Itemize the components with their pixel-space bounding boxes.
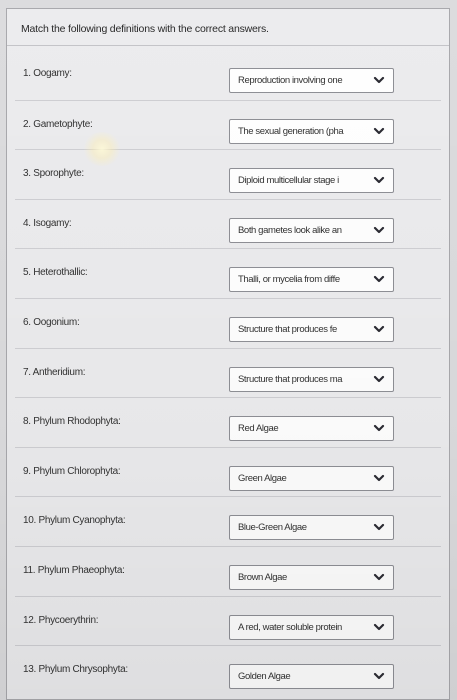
chevron-down-icon [373,127,385,134]
answer-dropdown[interactable]: Both gametes look alike an [229,217,394,243]
chevron-down-icon [373,375,385,382]
selected-answer: Golden Algae [238,671,291,683]
answer-dropdown[interactable]: Brown Algae [229,564,394,590]
answer-dropdown[interactable]: Thalli, or mycelia from diffe [229,267,394,293]
answer-dropdown[interactable]: Golden Algae [229,664,394,690]
question-instruction: Match the following definitions with the… [21,23,269,35]
term-label: 9. Phylum Chlorophyta: [23,465,121,477]
term-label: 13. Phylum Chrysophyta: [23,664,128,676]
term-label: 10. Phylum Cyanophyta: [23,515,126,527]
answer-dropdown[interactable]: Diploid multicellular stage i [229,168,394,194]
answer-dropdown[interactable]: Reproduction involving one [229,68,394,93]
match-row: 7. Antheridium: Structure that produces m… [15,347,441,398]
answer-dropdown[interactable]: Green Algae [229,465,394,491]
match-row: 5. Heterothallic: Thalli, or mycelia from… [15,248,441,298]
answer-dropdown[interactable]: Structure that produces ma [229,366,394,392]
chevron-down-icon [373,276,385,283]
selected-answer: Reproduction involving one [238,75,343,86]
selected-answer: Red Algae [238,423,279,435]
match-row: 8. Phylum Rhodophyta: Red Algae [15,397,441,447]
match-row: 10. Phylum Cyanophyta: Blue-Green Algae [15,496,441,546]
chevron-down-icon [373,623,385,630]
term-label: 4. Isogamy: [23,217,72,229]
match-row: 12. Phycoerythrin: A red, water soluble p… [15,595,441,646]
match-row: 11. Phylum Phaeophyta: Brown Algae [15,545,441,596]
term-label: 11. Phylum Phaeophyta: [23,564,125,576]
term-label: 2. Gametophyte: [23,118,93,130]
match-row: 3. Sporophyte: Diploid multicellular stag… [15,149,441,199]
chevron-down-icon [373,177,385,184]
match-row: 2. Gametophyte: The sexual generation (ph… [15,99,441,150]
selected-answer: Structure that produces fe [238,323,337,335]
question-panel: Match the following definitions with the… [6,8,450,700]
chevron-down-icon [373,673,385,680]
answer-dropdown[interactable]: Blue-Green Algae [229,515,394,541]
selected-answer: Thalli, or mycelia from diffe [238,274,340,286]
chevron-down-icon [373,226,385,233]
term-label: 1. Oogamy: [23,68,72,79]
chevron-down-icon [373,76,385,84]
term-label: 7. Antheridium: [23,366,86,378]
match-row: 4. Isogamy: Both gametes look alike an [15,198,441,249]
chevron-down-icon [373,573,385,581]
chevron-down-icon [373,325,385,333]
term-label: 8. Phylum Rhodophyta: [23,416,121,428]
answer-dropdown[interactable]: Red Algae [229,416,394,442]
selected-answer: Diploid multicellular stage i [238,175,339,187]
selected-answer: Both gametes look alike an [238,224,342,236]
answer-dropdown[interactable]: A red, water soluble protein [229,614,394,640]
matching-list: 1. Oogamy: Reproduction involving one 2. G… [15,50,441,695]
answer-dropdown[interactable]: The sexual generation (pha [229,118,394,144]
match-row: 9. Phylum Chlorophyta: Green Algae [15,446,441,497]
match-row: 13. Phylum Chrysophyta: Golden Algae [15,645,441,695]
selected-answer: Brown Algae [238,571,287,583]
selected-answer: A red, water soluble protein [238,621,342,633]
divider [7,45,449,46]
term-label: 12. Phycoerythrin: [23,614,99,626]
term-label: 5. Heterothallic: [23,267,88,279]
selected-answer: Blue-Green Algae [238,522,307,534]
chevron-down-icon [373,474,385,481]
selected-answer: The sexual generation (pha [238,125,344,137]
selected-answer: Structure that produces ma [238,373,343,385]
match-row: 1. Oogamy: Reproduction involving one [15,50,441,100]
selected-answer: Green Algae [238,472,287,484]
term-label: 6. Oogonium: [23,316,80,328]
chevron-down-icon [373,425,385,432]
chevron-down-icon [373,524,385,531]
answer-dropdown[interactable]: Structure that produces fe [229,316,394,342]
match-row: 6. Oogonium: Structure that produces fe [15,297,441,348]
term-label: 3. Sporophyte: [23,168,84,180]
